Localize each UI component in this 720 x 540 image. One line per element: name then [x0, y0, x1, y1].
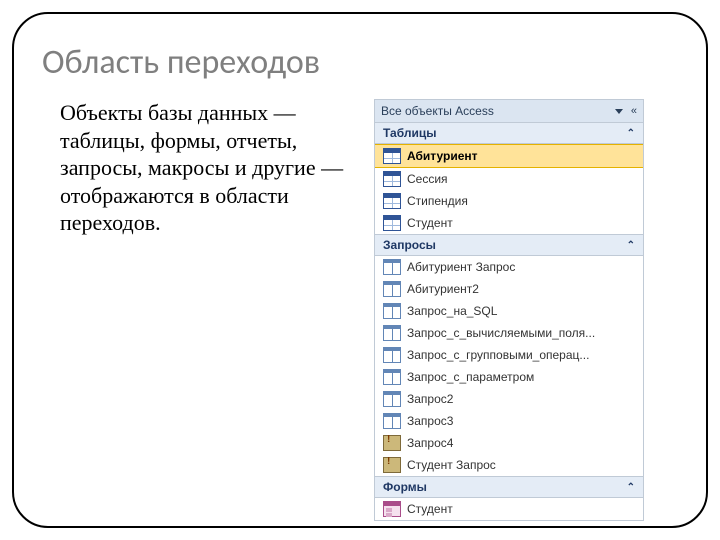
chevron-up-icon: ⌃	[627, 240, 635, 251]
table-icon	[383, 193, 401, 209]
chevron-up-icon: ⌃	[627, 128, 635, 139]
nav-item-label: Запрос3	[407, 414, 635, 428]
slide-title: Область переходов	[42, 42, 678, 83]
nav-item[interactable]: Стипендия	[375, 190, 643, 212]
table-icon	[383, 215, 401, 231]
slide-frame: Область переходов Объекты базы данных — …	[12, 12, 708, 528]
nav-item-label: Запрос2	[407, 392, 635, 406]
nav-item-label: Студент	[407, 216, 635, 230]
nav-item-label: Запрос_на_SQL	[407, 304, 635, 318]
navigation-pane: Все объекты Access « Таблицы ⌃ Абитуриент С…	[374, 99, 644, 521]
table-icon	[383, 171, 401, 187]
query-icon	[383, 303, 401, 319]
nav-item[interactable]: Запрос2	[375, 388, 643, 410]
nav-pane-title: Все объекты Access	[381, 104, 494, 118]
nav-item-label: Запрос4	[407, 436, 635, 450]
nav-item[interactable]: Абитуриент	[375, 144, 643, 168]
query-icon	[383, 347, 401, 363]
content-row: Объекты базы данных — таблицы, формы, от…	[42, 99, 678, 521]
query-action-icon	[383, 457, 401, 473]
query-icon	[383, 281, 401, 297]
dropdown-icon[interactable]	[613, 105, 623, 117]
nav-item[interactable]: Запрос_с_параметром	[375, 366, 643, 388]
nav-group-header[interactable]: Формы ⌃	[375, 476, 643, 498]
nav-item-label: Абитуриент2	[407, 282, 635, 296]
form-icon	[383, 501, 401, 517]
nav-item[interactable]: Студент Запрос	[375, 454, 643, 476]
nav-item-label: Запрос_с_вычисляемыми_поля...	[407, 326, 635, 340]
query-icon	[383, 413, 401, 429]
nav-item[interactable]: Запрос4	[375, 432, 643, 454]
nav-item[interactable]: Сессия	[375, 168, 643, 190]
nav-item[interactable]: Студент	[375, 498, 643, 520]
nav-item[interactable]: Абитуриент Запрос	[375, 256, 643, 278]
chevron-up-icon: ⌃	[627, 482, 635, 493]
nav-item-label: Запрос_с_параметром	[407, 370, 635, 384]
nav-item-label: Абитуриент	[407, 149, 635, 163]
nav-group-label: Запросы	[383, 238, 436, 252]
nav-item-label: Сессия	[407, 172, 635, 186]
nav-item-label: Студент Запрос	[407, 458, 635, 472]
nav-group-header[interactable]: Запросы ⌃	[375, 234, 643, 256]
nav-item[interactable]: Запрос_с_групповыми_операц...	[375, 344, 643, 366]
nav-group-label: Таблицы	[383, 126, 436, 140]
nav-item[interactable]: Студент	[375, 212, 643, 234]
nav-item-label: Запрос_с_групповыми_операц...	[407, 348, 635, 362]
collapse-button[interactable]: «	[631, 105, 637, 117]
query-icon	[383, 259, 401, 275]
query-icon	[383, 325, 401, 341]
nav-item[interactable]: Абитуриент2	[375, 278, 643, 300]
body-text: Объекты базы данных — таблицы, формы, от…	[42, 99, 350, 237]
nav-item[interactable]: Запрос3	[375, 410, 643, 432]
table-icon	[383, 148, 401, 164]
nav-item-label: Студент	[407, 502, 635, 516]
nav-group-header[interactable]: Таблицы ⌃	[375, 123, 643, 144]
nav-item[interactable]: Запрос_на_SQL	[375, 300, 643, 322]
nav-item[interactable]: Запрос_с_вычисляемыми_поля...	[375, 322, 643, 344]
nav-pane-header[interactable]: Все объекты Access «	[375, 100, 643, 123]
nav-item-label: Стипендия	[407, 194, 635, 208]
query-action-icon	[383, 435, 401, 451]
nav-group-label: Формы	[383, 480, 427, 494]
query-icon	[383, 369, 401, 385]
nav-item-label: Абитуриент Запрос	[407, 260, 635, 274]
query-icon	[383, 391, 401, 407]
